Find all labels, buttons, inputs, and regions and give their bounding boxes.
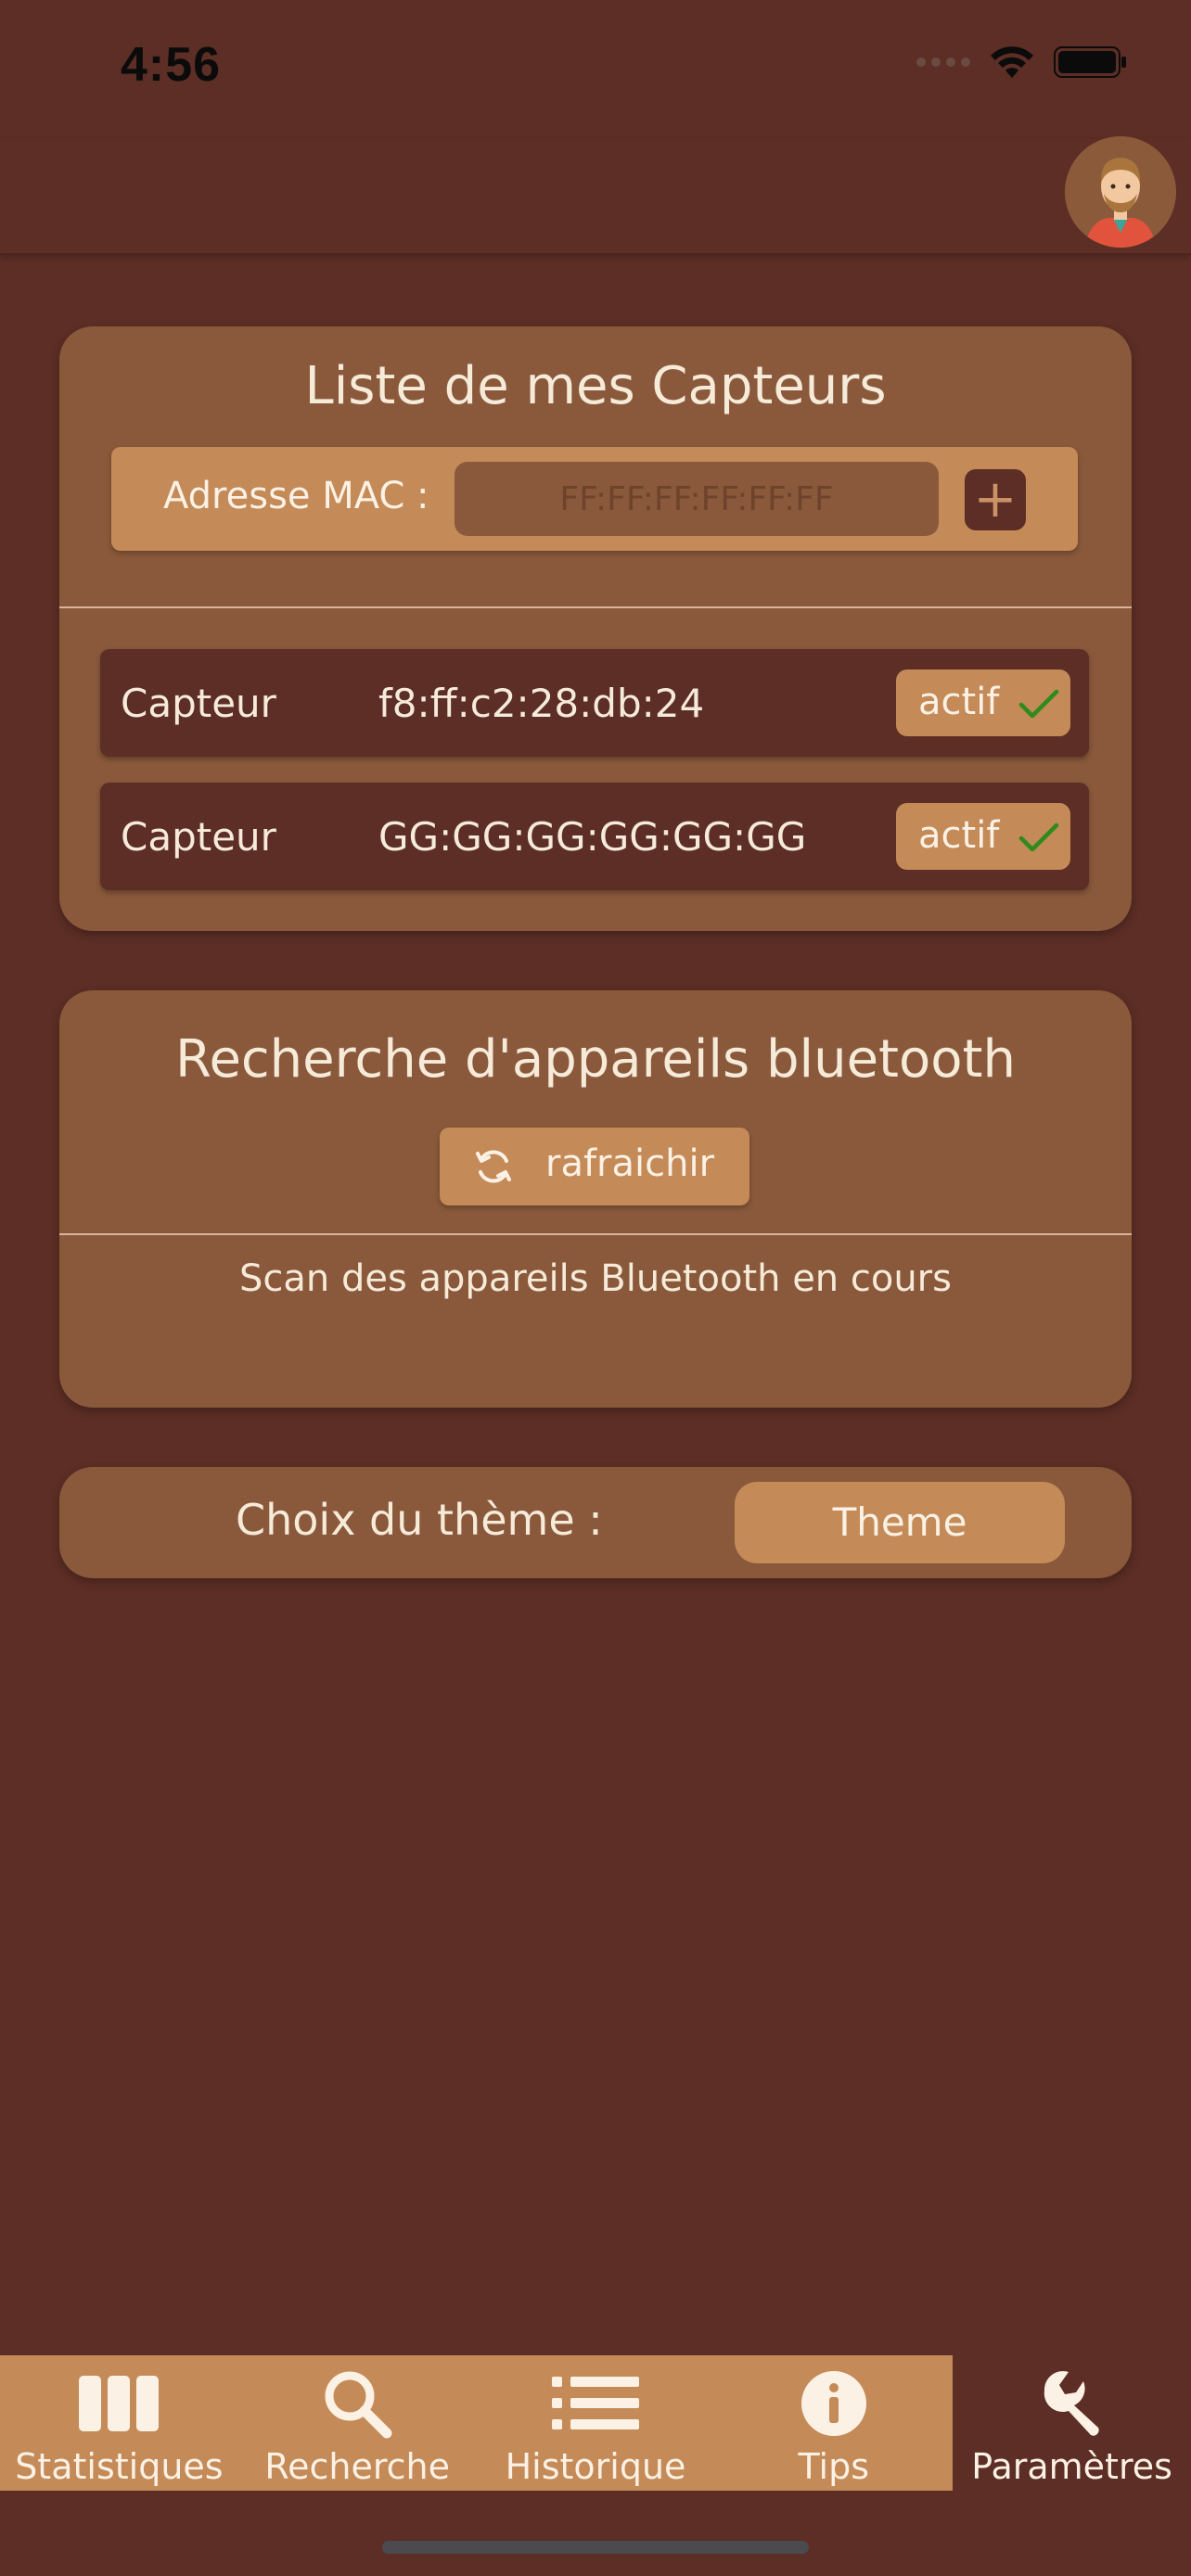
user-avatar[interactable] [1065,136,1176,248]
status-icons [916,45,1128,80]
sensor-mac-address: GG:GG:GG:GG:GG:GG [378,814,807,860]
tab-historique[interactable]: Historique [477,2355,715,2491]
columns-icon [0,2368,238,2439]
mac-address-input[interactable] [455,462,939,536]
wrench-icon [953,2368,1191,2439]
tab-label: Tips [798,2446,870,2487]
checkmark-icon [1018,823,1059,852]
tab-label: Statistiques [15,2446,224,2487]
navigation-header [0,139,1191,255]
sensors-card-title: Liste de mes Capteurs [304,356,887,416]
sensor-status-label: actif [918,681,1000,723]
theme-label: Choix du thème : [236,1495,603,1545]
mac-address-form: Adresse MAC : + [111,447,1078,551]
list-icon [477,2368,715,2439]
tab-statistiques[interactable]: Statistiques [0,2355,238,2491]
tab-tips[interactable]: Tips [714,2355,953,2491]
tab-label: Paramètres [971,2446,1172,2487]
refresh-label: rafraichir [545,1142,715,1185]
status-time: 4:56 [121,38,222,92]
cellular-signal-icon [916,57,970,67]
tab-recherche[interactable]: Recherche [238,2355,477,2491]
sensor-status-toggle[interactable]: actif [896,803,1070,870]
bluetooth-divider [59,1233,1132,1235]
sensor-label: Capteur [121,814,276,860]
theme-card: Choix du thème : Theme [59,1467,1132,1578]
sensor-list-item: Capteur GG:GG:GG:GG:GG:GG actif [100,783,1089,890]
battery-icon [1054,46,1126,78]
tab-label: Recherche [264,2446,450,2487]
refresh-button[interactable]: rafraichir [440,1128,749,1205]
status-bar: 4:56 [0,0,1191,139]
checkmark-icon [1018,689,1059,719]
sensors-card: Liste de mes Capteurs Adresse MAC : + Ca… [59,326,1132,931]
sensors-divider [59,606,1132,608]
theme-button[interactable]: Theme [735,1482,1065,1563]
sensor-status-toggle[interactable]: actif [896,670,1070,736]
add-sensor-button[interactable]: + [965,469,1026,530]
bluetooth-card-title: Recherche d'appareils bluetooth [175,1029,1016,1090]
search-icon [238,2368,477,2439]
sensor-list-item: Capteur f8:ff:c2:28:db:24 actif [100,649,1089,757]
tab-bar: Statistiques Recherche Historique Tips P… [0,2355,1191,2491]
tab-label: Historique [505,2446,686,2487]
sensor-mac-address: f8:ff:c2:28:db:24 [378,681,705,726]
mac-address-label: Adresse MAC : [163,475,429,517]
bluetooth-card: Recherche d'appareils bluetooth rafraich… [59,990,1132,1408]
home-indicator[interactable] [382,2541,809,2554]
sensor-status-label: actif [918,814,1000,857]
wifi-icon [991,46,1033,78]
tab-parametres[interactable]: Paramètres [953,2355,1191,2491]
scan-status-text: Scan des appareils Bluetooth en cours [239,1257,952,1300]
refresh-icon [476,1150,511,1183]
info-icon [714,2368,953,2439]
sensor-label: Capteur [121,681,276,726]
